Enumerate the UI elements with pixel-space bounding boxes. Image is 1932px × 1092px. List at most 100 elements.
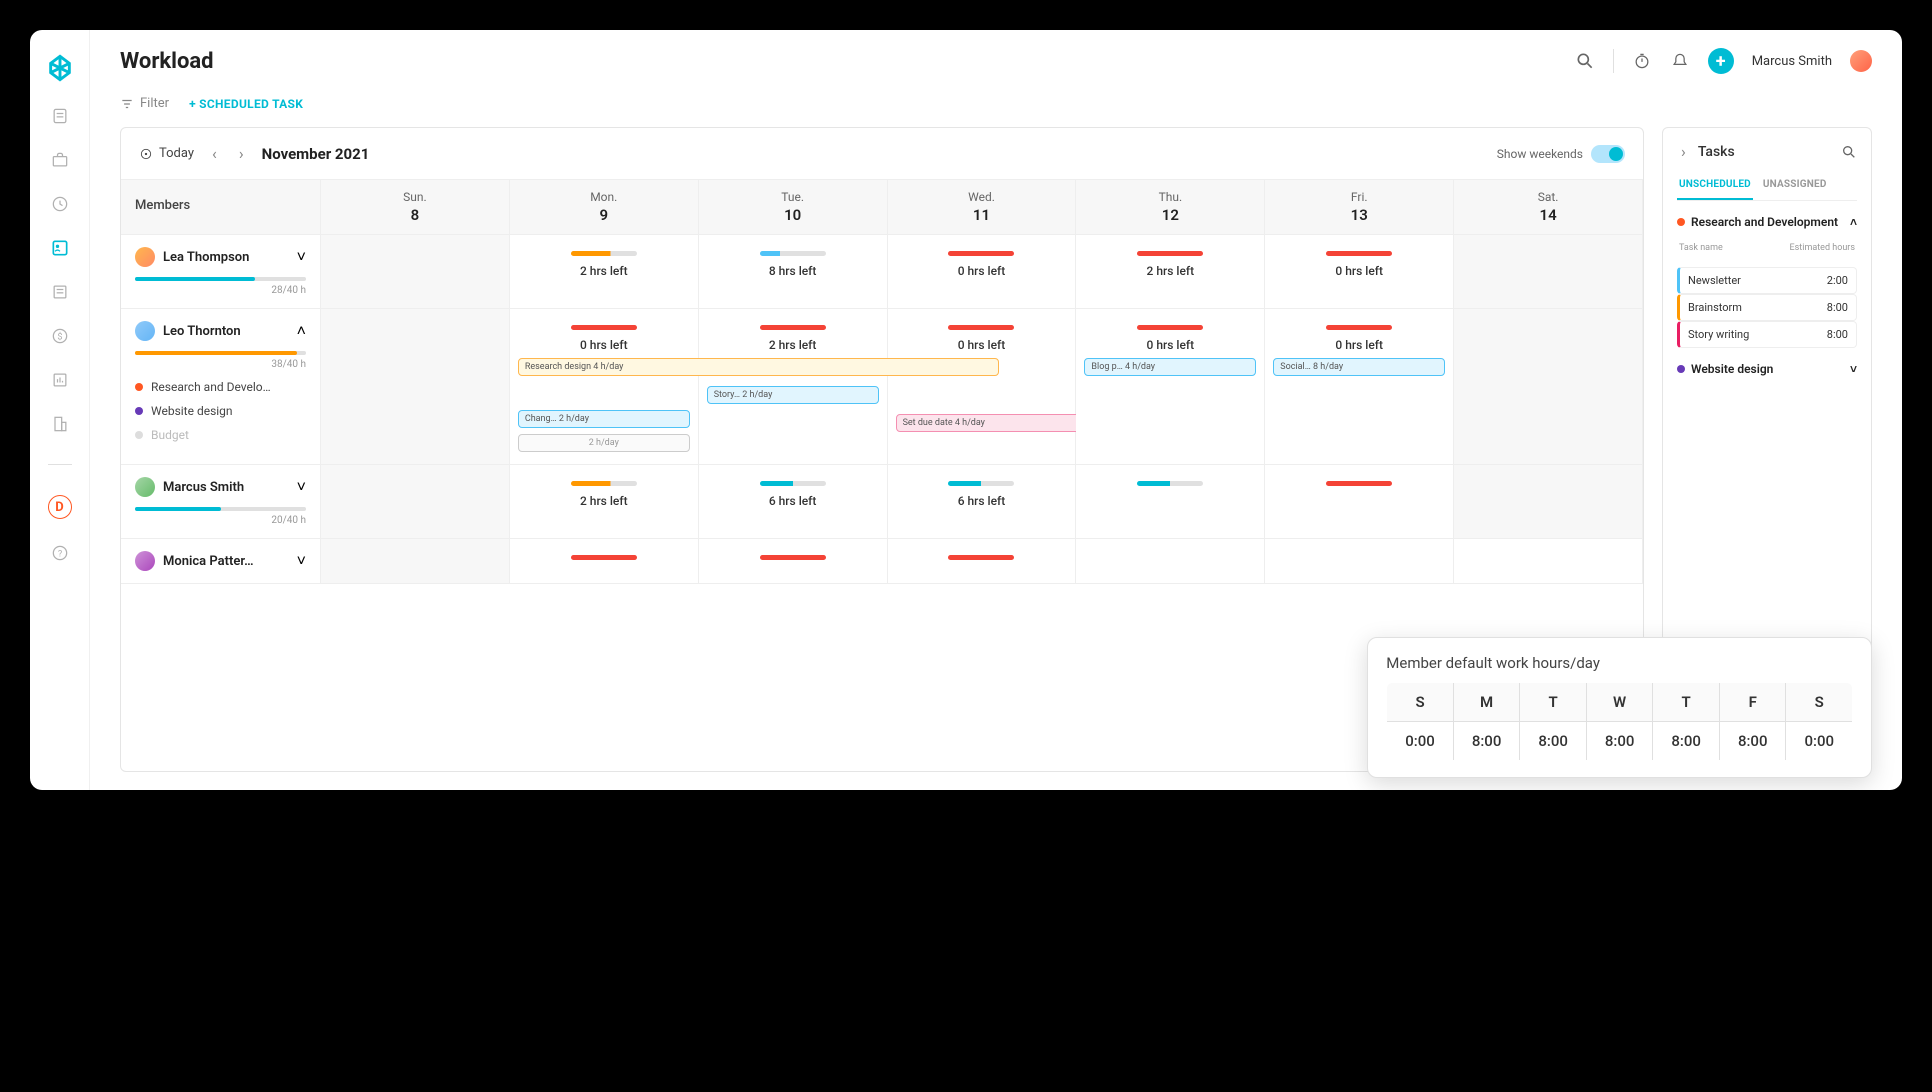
day-cell[interactable] bbox=[321, 465, 510, 539]
weekends-switch[interactable] bbox=[1591, 145, 1625, 163]
hours-left: 8 hrs left bbox=[707, 264, 879, 278]
hours-left: 2 hrs left bbox=[707, 338, 879, 352]
task-block[interactable]: Blog p… 4 h/day bbox=[1084, 358, 1256, 376]
nav-workspace-badge[interactable]: D bbox=[48, 495, 72, 519]
day-cell[interactable]: 0 hrs left bbox=[1265, 235, 1454, 309]
prev-button[interactable]: ‹ bbox=[208, 142, 221, 165]
nav-building-icon[interactable] bbox=[50, 414, 70, 434]
nav-list-icon[interactable] bbox=[50, 282, 70, 302]
wh-day-value[interactable]: 0:00 bbox=[1387, 722, 1454, 761]
day-cell[interactable]: 6 hrs left bbox=[699, 465, 888, 539]
day-cell[interactable] bbox=[321, 309, 510, 465]
tab-unassigned[interactable]: UNASSIGNED bbox=[1761, 173, 1829, 200]
project-row[interactable]: Website design bbox=[135, 404, 306, 418]
member-row[interactable]: Leo Thornton ˄ bbox=[135, 321, 306, 341]
day-cell[interactable] bbox=[321, 539, 510, 584]
day-cell[interactable] bbox=[1076, 539, 1265, 584]
wh-day-header: S bbox=[1387, 683, 1454, 722]
day-cell[interactable]: 6 hrs left bbox=[888, 465, 1077, 539]
day-cell[interactable] bbox=[1454, 465, 1643, 539]
today-button[interactable]: Today bbox=[139, 146, 194, 161]
add-button[interactable]: + bbox=[1708, 48, 1734, 74]
member-row[interactable]: Lea Thompson ˅ bbox=[135, 247, 306, 267]
filter-button[interactable]: Filter bbox=[120, 96, 169, 111]
task-block[interactable]: Chang… 2 h/day bbox=[518, 410, 690, 428]
task-item[interactable]: Brainstorm8:00 bbox=[1677, 294, 1857, 321]
nav-dollar-icon[interactable]: $ bbox=[50, 326, 70, 346]
next-button[interactable]: › bbox=[235, 142, 248, 165]
wh-day-value[interactable]: 8:00 bbox=[1453, 722, 1520, 761]
task-block[interactable]: 2 h/day bbox=[518, 434, 690, 452]
task-block[interactable]: Research design 4 h/day bbox=[518, 358, 999, 376]
col-task-name: Task name bbox=[1679, 243, 1723, 253]
day-cell[interactable]: 2 hrs left bbox=[510, 465, 699, 539]
filter-label: Filter bbox=[140, 96, 169, 111]
tab-unscheduled[interactable]: UNSCHEDULED bbox=[1677, 173, 1753, 200]
project-research[interactable]: Research and Development ˄ bbox=[1677, 215, 1857, 229]
hours-left: 0 hrs left bbox=[518, 338, 690, 352]
day-cell[interactable] bbox=[510, 539, 699, 584]
day-cell[interactable] bbox=[1454, 539, 1643, 584]
load-bar bbox=[571, 555, 637, 560]
day-cell[interactable]: 0 hrs leftResearch design 4 h/dayChang… … bbox=[510, 309, 699, 465]
load-bar bbox=[571, 325, 637, 330]
project-label: Budget bbox=[151, 428, 189, 442]
member-row[interactable]: Marcus Smith ˅ bbox=[135, 477, 306, 497]
day-cell[interactable]: 0 hrs leftSet due date 4 h/day bbox=[888, 309, 1077, 465]
day-cell[interactable]: 0 hrs left bbox=[888, 235, 1077, 309]
day-cell[interactable] bbox=[321, 235, 510, 309]
day-cell[interactable] bbox=[888, 539, 1077, 584]
nav-briefcase-icon[interactable] bbox=[50, 150, 70, 170]
day-cell[interactable]: 2 hrs left bbox=[1076, 235, 1265, 309]
day-header: Thu.12 bbox=[1076, 180, 1265, 235]
wh-day-value[interactable]: 8:00 bbox=[1719, 722, 1786, 761]
load-bar bbox=[571, 251, 637, 256]
day-cell[interactable] bbox=[1265, 539, 1454, 584]
project-website[interactable]: Website design ˅ bbox=[1677, 362, 1857, 376]
members-header: Members bbox=[121, 180, 321, 235]
member-row[interactable]: Monica Patter… ˅ bbox=[135, 551, 306, 571]
day-cell[interactable]: 2 hrs left bbox=[510, 235, 699, 309]
load-bar bbox=[760, 251, 826, 256]
nav-document-icon[interactable] bbox=[50, 106, 70, 126]
task-item[interactable]: Story writing8:00 bbox=[1677, 321, 1857, 348]
member-avatar bbox=[135, 551, 155, 571]
bell-icon[interactable] bbox=[1670, 51, 1690, 71]
task-item[interactable]: Newsletter2:00 bbox=[1677, 267, 1857, 294]
day-cell[interactable] bbox=[1454, 235, 1643, 309]
nav-help-icon[interactable]: ? bbox=[50, 543, 70, 563]
wh-day-value[interactable]: 0:00 bbox=[1786, 722, 1853, 761]
user-name[interactable]: Marcus Smith bbox=[1752, 54, 1832, 69]
day-cell[interactable] bbox=[1076, 465, 1265, 539]
member-name: Leo Thornton bbox=[163, 324, 289, 339]
tasks-search-icon[interactable] bbox=[1841, 144, 1857, 160]
nav-workload-icon[interactable] bbox=[50, 238, 70, 258]
day-cell[interactable]: 0 hrs left Social… 8 h/day bbox=[1265, 309, 1454, 465]
day-cell[interactable] bbox=[699, 539, 888, 584]
project-row[interactable]: Budget bbox=[135, 428, 306, 442]
day-cell[interactable]: 8 hrs left bbox=[699, 235, 888, 309]
hours-left: 0 hrs left bbox=[1273, 338, 1445, 352]
tasks-collapse-icon[interactable]: › bbox=[1677, 140, 1690, 163]
wh-day-value[interactable]: 8:00 bbox=[1653, 722, 1720, 761]
nav-chart-icon[interactable] bbox=[50, 370, 70, 390]
avatar[interactable] bbox=[1850, 50, 1872, 72]
day-cell[interactable] bbox=[1454, 309, 1643, 465]
project-dot-icon bbox=[1677, 218, 1685, 226]
load-bar bbox=[1326, 481, 1392, 486]
project-row[interactable]: Research and Develo… bbox=[135, 380, 306, 394]
load-bar bbox=[760, 555, 826, 560]
nav-clock-icon[interactable] bbox=[50, 194, 70, 214]
task-block[interactable]: Social… 8 h/day bbox=[1273, 358, 1445, 376]
wh-day-value[interactable]: 8:00 bbox=[1586, 722, 1653, 761]
day-cell[interactable]: 0 hrs leftBlog p… 4 h/day bbox=[1076, 309, 1265, 465]
task-block[interactable]: Story… 2 h/day bbox=[707, 386, 879, 404]
scheduled-task-button[interactable]: + SCHEDULED TASK bbox=[189, 97, 303, 111]
day-cell[interactable]: 2 hrs left Story… 2 h/day bbox=[699, 309, 888, 465]
day-cell[interactable] bbox=[1265, 465, 1454, 539]
day-header: Wed.11 bbox=[888, 180, 1077, 235]
member-name: Marcus Smith bbox=[163, 480, 289, 495]
stopwatch-icon[interactable] bbox=[1632, 51, 1652, 71]
wh-day-value[interactable]: 8:00 bbox=[1520, 722, 1587, 761]
search-icon[interactable] bbox=[1575, 51, 1595, 71]
